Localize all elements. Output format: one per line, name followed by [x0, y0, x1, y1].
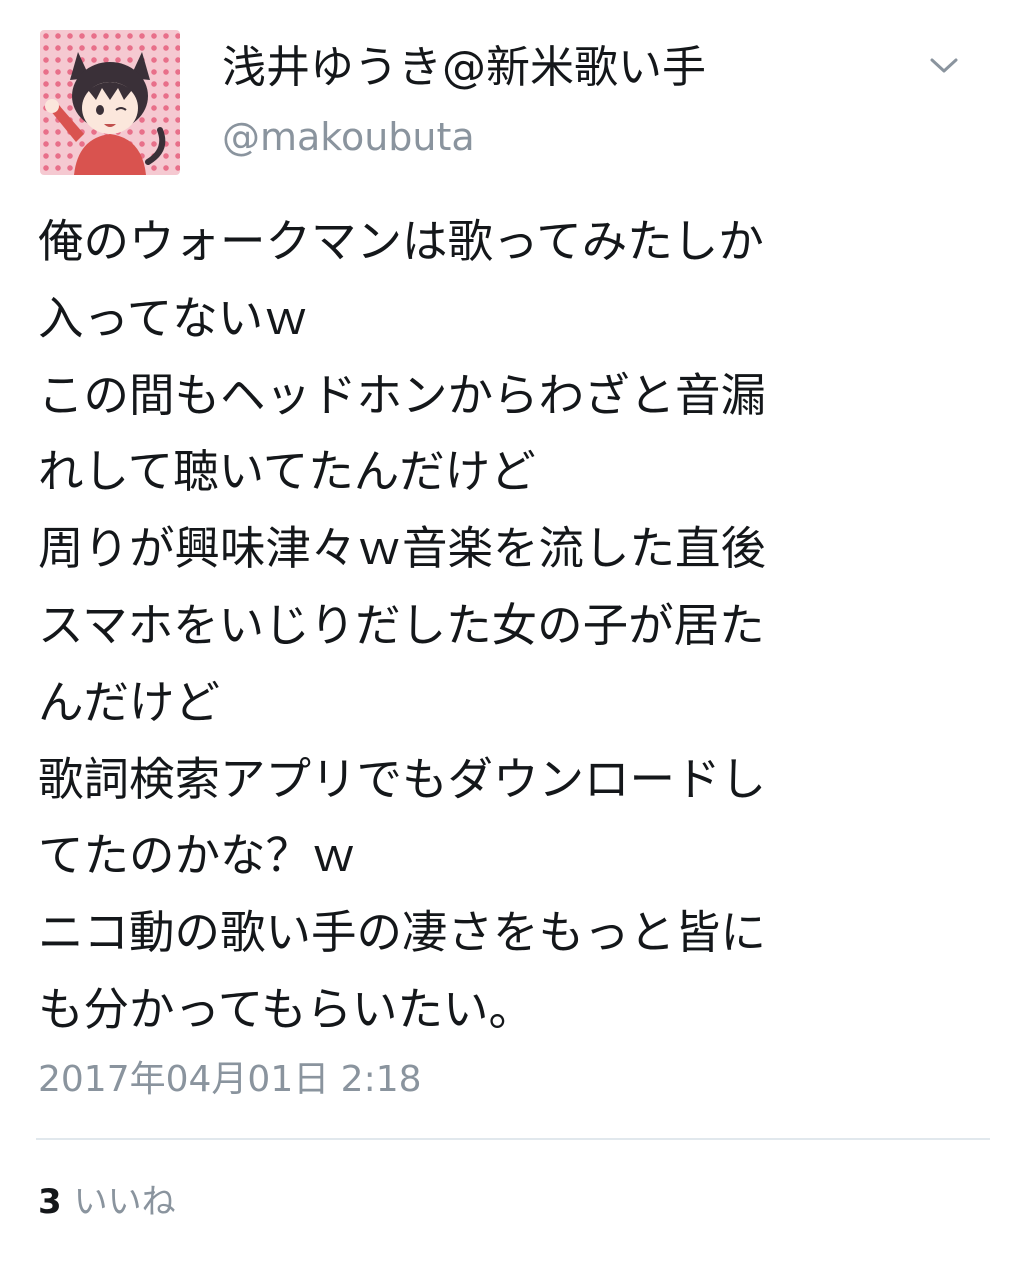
- tweet-text-line: スマホをいじりだした女の子が居た: [38, 598, 765, 652]
- tweet-card: 浅井ゆうき@新米歌い手 @makoubuta 俺のウォークマンは歌ってみたしか …: [0, 0, 1023, 1264]
- likes-label: いいね: [73, 1182, 176, 1222]
- user-display-name[interactable]: 浅井ゆうき@新米歌い手: [222, 38, 706, 98]
- user-handle[interactable]: @makoubuta: [222, 112, 475, 162]
- tweet-text-line: れして聴いてたんだけど: [38, 445, 536, 499]
- tweet-text-line: も分かってもらいたい。: [38, 982, 534, 1036]
- user-avatar-icon[interactable]: [40, 30, 180, 175]
- tweet-text-line: ニコ動の歌い手の凄さをもっと皆に: [38, 906, 767, 960]
- divider: [36, 1138, 990, 1140]
- likes-stat[interactable]: 3 いいね: [38, 1178, 176, 1226]
- chevron-down-icon[interactable]: [924, 46, 964, 86]
- tweet-text-line: 周りが興味津々ｗ音楽を流した直後: [38, 522, 767, 576]
- tweet-text-line: んだけど: [38, 675, 221, 729]
- tweet-text-line: この間もヘッドホンからわざと音漏: [38, 368, 767, 422]
- tweet-text-line: てたのかな？ｗ: [38, 829, 357, 883]
- tweet-text-line: 入ってないｗ: [38, 291, 309, 345]
- likes-count: 3: [38, 1182, 62, 1222]
- tweet-text: 俺のウォークマンは歌ってみたしか 入ってないｗ この間もヘッドホンからわざと音漏…: [38, 204, 978, 1049]
- tweet-text-line: 歌詞検索アプリでもダウンロードし: [38, 752, 767, 806]
- tweet-timestamp[interactable]: 2017年04月01日 2:18: [38, 1054, 422, 1106]
- tweet-text-line: 俺のウォークマンは歌ってみたしか: [38, 215, 764, 268]
